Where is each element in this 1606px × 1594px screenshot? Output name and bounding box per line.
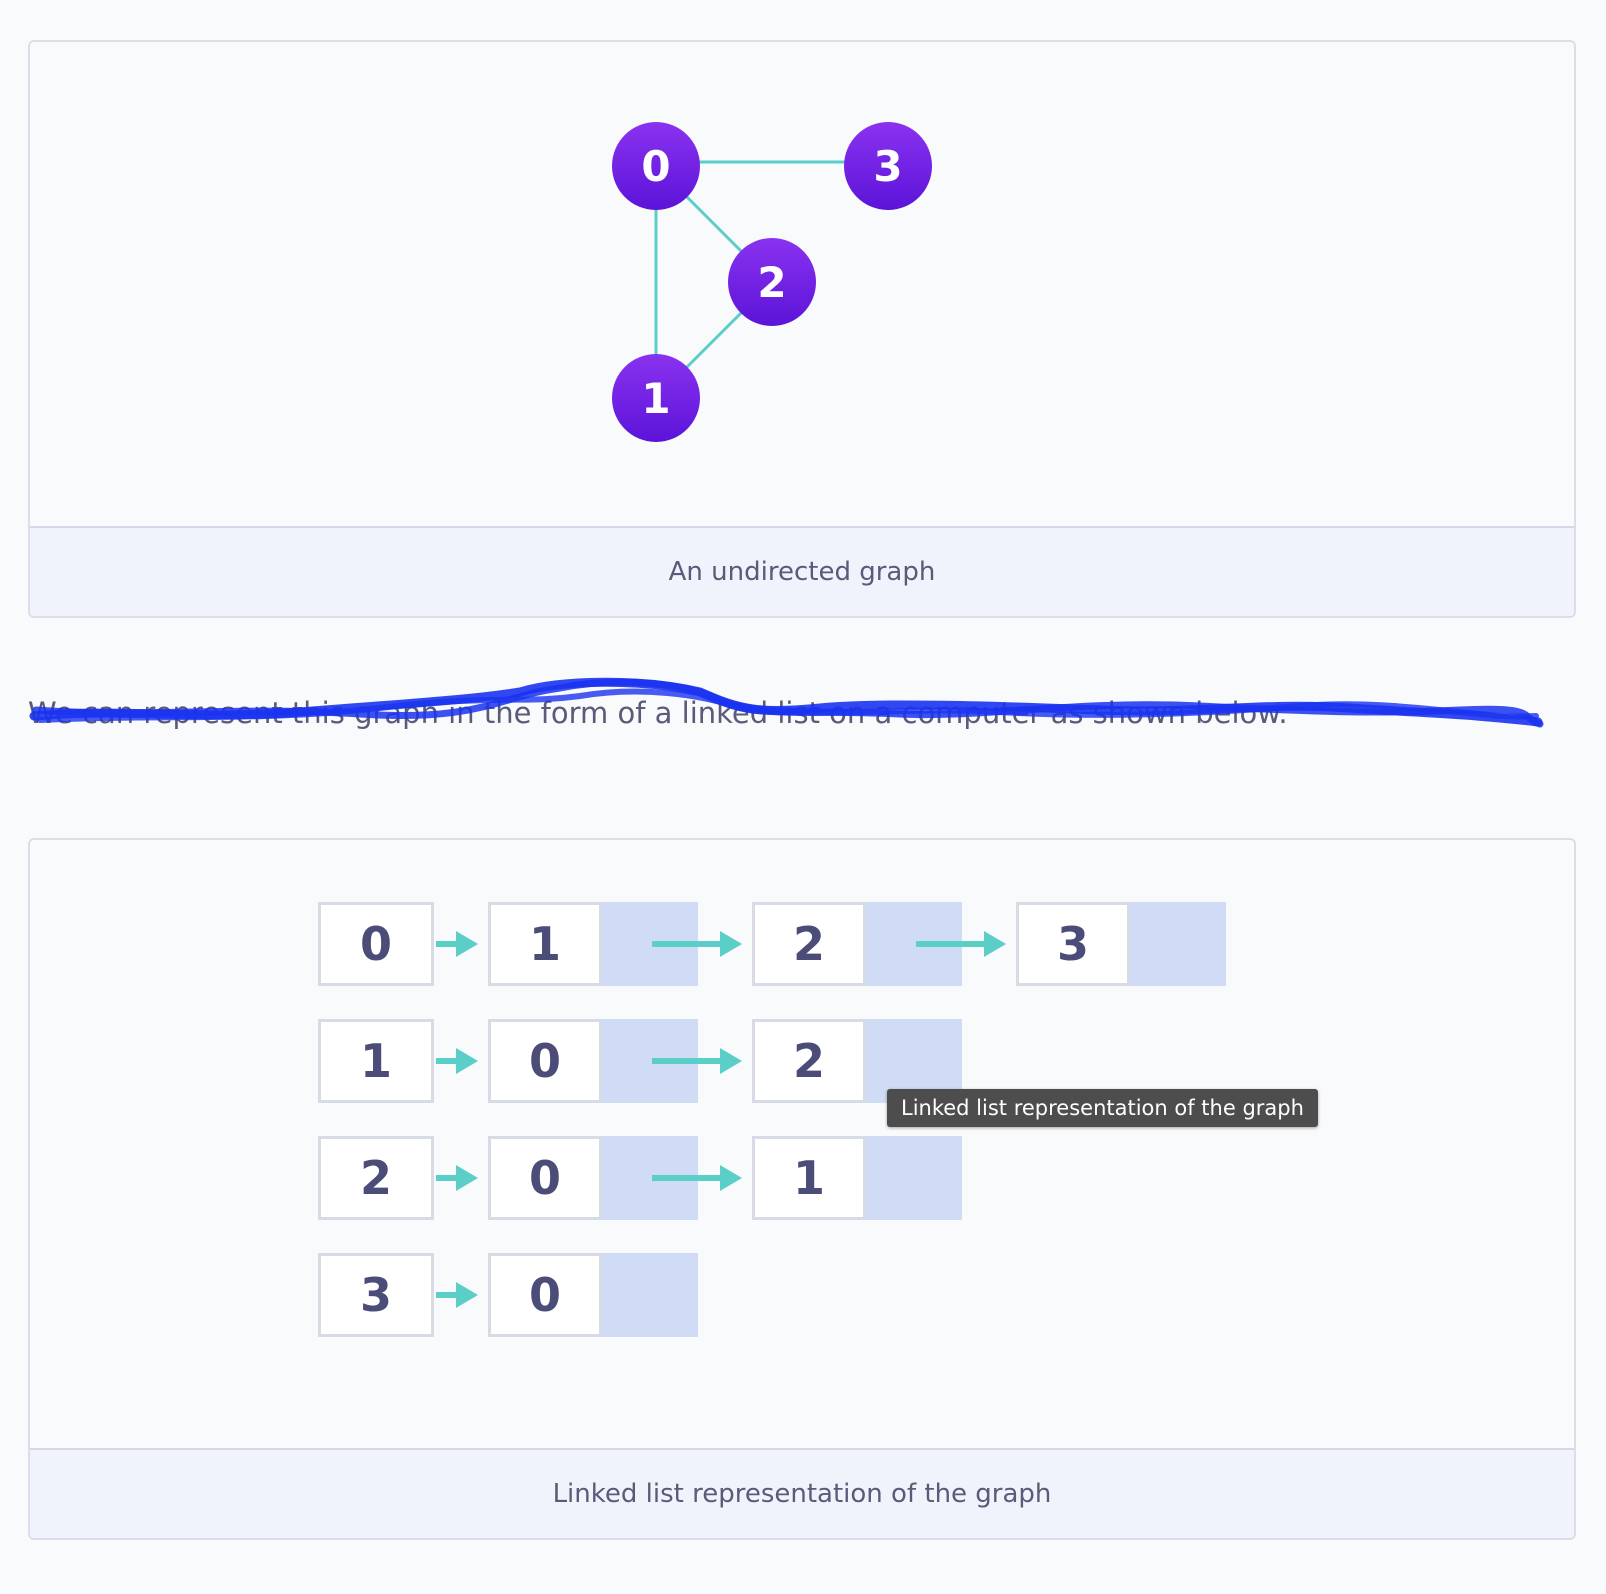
graph-node-2: 2 [728, 238, 816, 326]
graph-node-1: 1 [612, 354, 700, 442]
list-node-value: 3 [1057, 917, 1089, 971]
next-arrow-head [984, 931, 1006, 957]
graph-diagram: 0 3 2 1 [612, 122, 932, 442]
graph-node-3: 3 [844, 122, 932, 210]
list-node-value: 1 [793, 1151, 825, 1205]
graph-node-label: 0 [641, 142, 670, 191]
next-arrow-head [720, 1165, 742, 1191]
head-arrow-head [456, 1282, 478, 1308]
scribble-mark [29, 677, 1544, 728]
list-node-value: 2 [793, 1034, 825, 1088]
head-arrow-head [456, 931, 478, 957]
next-arrow-head [720, 931, 742, 957]
next-arrow-head [720, 1048, 742, 1074]
linked-list-figure: 0 1 2 3 1 0 2 2 0 1 3 0 Linked list representation … [28, 838, 1576, 1540]
list-head-value: 0 [360, 917, 392, 971]
linked-list-diagram: 0 1 2 3 1 0 2 2 0 1 3 0 [318, 902, 1226, 1337]
linked-list-caption: Linked list representation of the graph [30, 1448, 1574, 1538]
graph-caption: An undirected graph [30, 526, 1574, 616]
list-node-value: 2 [793, 917, 825, 971]
head-arrow-head [456, 1048, 478, 1074]
list-node-value: 0 [529, 1151, 561, 1205]
graph-node-label: 3 [873, 142, 902, 191]
list-node-value: 1 [529, 917, 561, 971]
list-head-value: 1 [360, 1034, 392, 1088]
list-node-value: 0 [529, 1034, 561, 1088]
tooltip: Linked list representation of the graph [887, 1089, 1318, 1127]
graph-node-0: 0 [612, 122, 700, 210]
list-node-value: 0 [529, 1268, 561, 1322]
list-head-value: 2 [360, 1151, 392, 1205]
list-head-value: 3 [360, 1268, 392, 1322]
graph-node-label: 2 [757, 258, 786, 307]
graph-node-label: 1 [641, 374, 670, 423]
graph-figure: 0 3 2 1 An undirected graph [28, 40, 1576, 618]
head-arrow-head [456, 1165, 478, 1191]
